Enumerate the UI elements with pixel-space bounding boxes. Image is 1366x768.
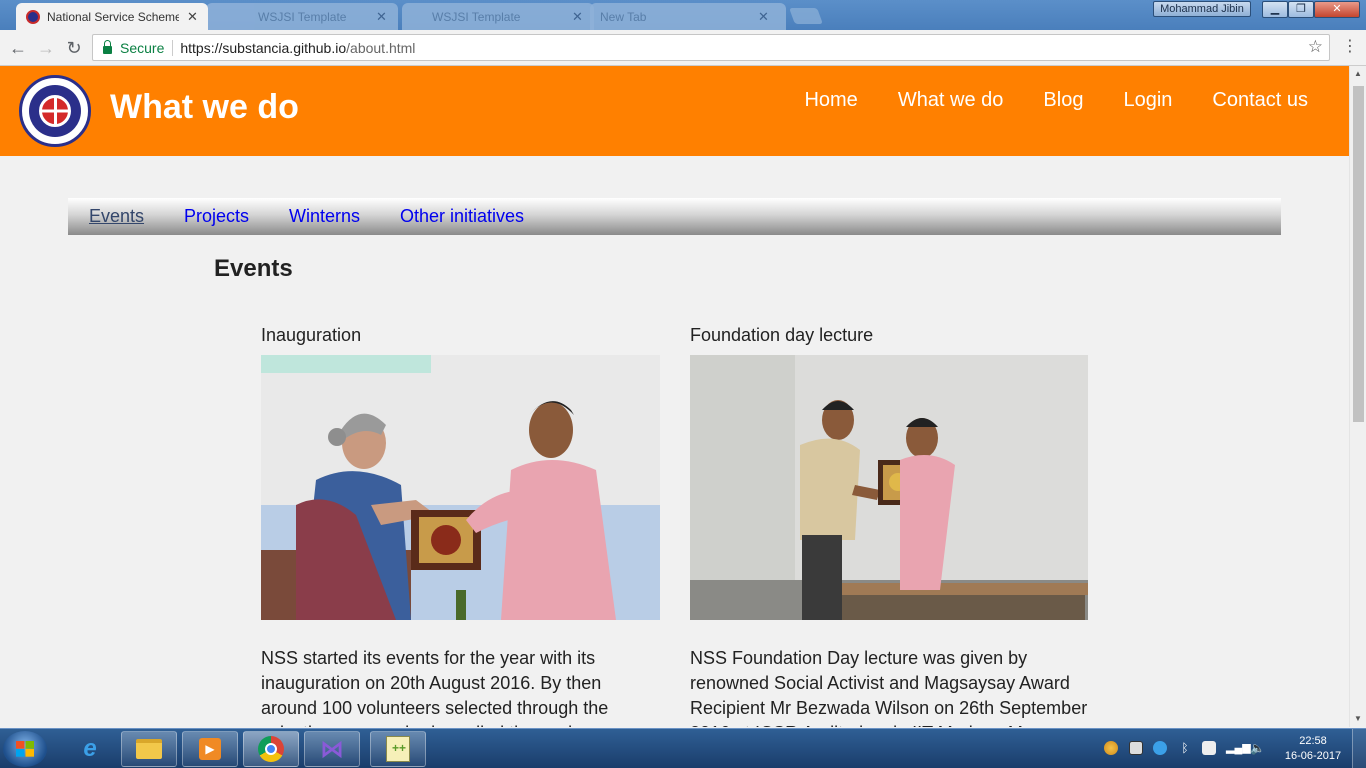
back-arrow-icon[interactable]: ← — [6, 36, 30, 60]
profile-button[interactable]: Mohammad Jibin — [1153, 1, 1251, 17]
tab-title: New Tab — [600, 9, 647, 24]
page-scrollbar[interactable]: ▲ ▼ — [1349, 66, 1366, 727]
notepad-plus-icon: ++ — [386, 736, 410, 762]
tab-title: National Service Scheme — [47, 9, 179, 24]
foundation-day-photo — [690, 355, 1088, 620]
omnibox-divider — [172, 39, 174, 56]
taskbar-clock[interactable]: 22:58 16-06-2017 — [1282, 734, 1344, 764]
nav-home[interactable]: Home — [804, 89, 857, 112]
nav-contact-us[interactable]: Contact us — [1212, 89, 1308, 112]
volume-icon[interactable]: 🔈 — [1250, 741, 1265, 755]
ie-taskbar-button[interactable]: e — [62, 731, 118, 767]
maximize-button[interactable]: ❐ — [1288, 1, 1314, 18]
tab-close-icon[interactable]: ✕ — [187, 9, 198, 25]
section-title: Events — [214, 255, 293, 282]
address-bar[interactable]: Secure https://substancia.github.io/abou… — [92, 34, 1330, 61]
secure-label: Secure — [120, 39, 165, 56]
browser-menu-icon[interactable]: ⋮ — [1342, 36, 1358, 58]
nss-logo[interactable] — [19, 75, 91, 147]
tab-title: WSJSI Template — [432, 9, 521, 24]
subnav-projects[interactable]: Projects — [184, 206, 249, 227]
media-player-icon: ▶ — [199, 738, 221, 760]
lock-icon — [103, 39, 112, 54]
start-button[interactable] — [3, 731, 47, 767]
tab-new-tab[interactable]: New Tab ✕ — [590, 3, 786, 30]
show-desktop-button[interactable] — [1352, 729, 1366, 768]
tray-close-box-icon[interactable] — [1129, 741, 1143, 755]
card-title: Inauguration — [261, 325, 362, 345]
clock-date: 16-06-2017 — [1284, 750, 1342, 762]
tab-title: WSJSI Template — [258, 9, 347, 24]
bluetooth-icon[interactable]: ᛒ — [1178, 741, 1192, 755]
card-description: NSS started its events for the year with… — [261, 648, 615, 727]
browser-titlebar: National Service Scheme ✕ WSJSI Template… — [0, 0, 1366, 30]
url-path: /about.html — [346, 39, 416, 56]
foundation-day-photo-drawing — [690, 355, 1088, 620]
tab-close-icon[interactable]: ✕ — [376, 9, 387, 25]
signal-bars-icon[interactable]: ▂▄▆ — [1226, 741, 1251, 755]
visual-studio-taskbar-button[interactable]: ⋈ — [304, 731, 360, 767]
visual-studio-icon: ⋈ — [320, 735, 344, 763]
media-taskbar-button[interactable]: ▶ — [182, 731, 238, 767]
tab-close-icon[interactable]: ✕ — [758, 9, 769, 25]
notepad-taskbar-button[interactable]: ++ — [370, 731, 426, 767]
chrome-taskbar-button[interactable] — [243, 731, 299, 767]
explorer-taskbar-button[interactable] — [121, 731, 177, 767]
page-viewport: What we do Home What we do Blog Login Co… — [0, 66, 1349, 727]
nss-favicon-icon — [26, 9, 40, 24]
url-host: https://substancia.github.io — [180, 39, 347, 56]
windows-taskbar: e ▶ ⋈ ++ ᛒ ▂▄▆ 🔈 22:58 16-06-2017 — [0, 728, 1366, 768]
tray-e-icon[interactable] — [1153, 741, 1167, 755]
folder-icon — [136, 739, 162, 759]
browser-toolbar: ← → ↻ Secure https://substancia.github.i… — [0, 30, 1366, 66]
scroll-up-arrow-icon[interactable]: ▲ — [1350, 66, 1366, 82]
reload-icon[interactable]: ↻ — [62, 36, 86, 60]
page-title: What we do — [110, 88, 299, 126]
minimize-button[interactable]: ▁ — [1262, 1, 1288, 18]
sub-nav: Events Projects Winterns Other initiativ… — [68, 198, 1281, 235]
tab-wsjsi-template-2[interactable]: WSJSI Template ✕ — [402, 3, 594, 30]
subnav-events[interactable]: Events — [89, 206, 144, 227]
tab-wsjsi-template-1[interactable]: WSJSI Template ✕ — [206, 3, 398, 30]
new-tab-button[interactable] — [789, 8, 823, 24]
event-card-foundation-day: Foundation day lecture NSS Foundation Da… — [690, 325, 1090, 727]
tab-close-icon[interactable]: ✕ — [572, 9, 583, 25]
card-description: NSS Foundation Day lecture was given by … — [690, 648, 1088, 727]
chrome-icon — [258, 736, 284, 762]
close-window-button[interactable]: ✕ — [1314, 1, 1360, 18]
subnav-winterns[interactable]: Winterns — [289, 206, 360, 227]
scroll-down-arrow-icon[interactable]: ▼ — [1350, 711, 1366, 727]
card-title: Foundation day lecture — [690, 325, 874, 345]
event-card-inauguration: Inauguration NSS started its events for … — [261, 325, 661, 727]
site-header: What we do Home What we do Blog Login Co… — [0, 66, 1349, 156]
inauguration-photo-drawing — [261, 355, 660, 620]
clock-time: 22:58 — [1299, 735, 1327, 747]
subnav-other-initiatives[interactable]: Other initiatives — [400, 206, 524, 227]
tab-national-service-scheme[interactable]: National Service Scheme ✕ — [16, 3, 208, 30]
forward-arrow-icon[interactable]: → — [34, 36, 58, 60]
bookmark-star-icon[interactable]: ☆ — [1308, 37, 1323, 57]
scroll-thumb[interactable] — [1353, 86, 1364, 422]
internet-explorer-icon: e — [83, 735, 97, 762]
nav-what-we-do[interactable]: What we do — [898, 89, 1004, 112]
logo-emblem — [29, 85, 81, 137]
nav-blog[interactable]: Blog — [1043, 89, 1083, 112]
inauguration-photo — [261, 355, 660, 620]
main-nav: Home What we do Blog Login Contact us — [804, 89, 1308, 112]
nav-login[interactable]: Login — [1123, 89, 1172, 112]
network-device-icon[interactable] — [1202, 741, 1216, 755]
wheel-icon — [39, 95, 71, 127]
tray-app-icon[interactable] — [1104, 741, 1118, 755]
